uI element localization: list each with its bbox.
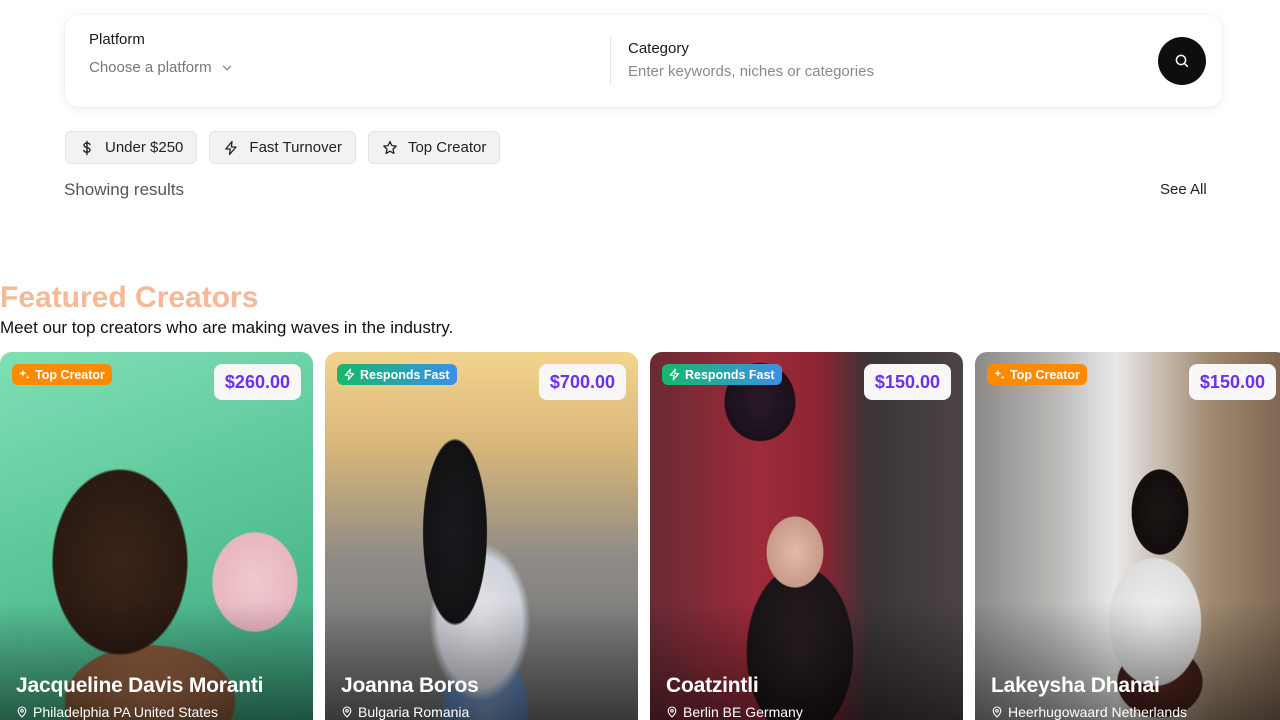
sparkle-icon [19,369,30,380]
price-tag: $700.00 [538,364,626,400]
see-all-link[interactable]: See All [1160,181,1207,198]
chip-fast-turnover[interactable]: Fast Turnover [209,131,356,164]
creator-location: Philadelphia PA United States [16,704,218,720]
category-field: Category [628,40,1148,90]
chip-label: Top Creator [407,139,487,156]
creator-location: Bulgaria Romania [341,704,469,720]
creator-location: Heerhugowaard Netherlands [991,704,1187,720]
platform-select[interactable]: Platform Choose a platform [89,31,589,91]
chip-top-creator[interactable]: Top Creator [367,131,501,164]
chip-label: Under $250 [105,139,184,156]
creator-card[interactable]: Top Creator $260.00 Jacqueline Davis Mor… [0,352,313,720]
search-divider [610,37,611,85]
filter-chips: Under $250 Fast Turnover Top Creator [65,131,501,164]
creator-location: Berlin BE Germany [666,704,803,720]
location-pin-icon [992,706,1002,718]
showing-results-text: Showing results [64,180,185,199]
category-label: Category [628,40,689,57]
search-icon [1175,54,1189,68]
location-pin-icon [667,706,677,718]
platform-label: Platform [89,31,145,48]
chip-label: Fast Turnover [249,139,342,156]
location-pin-icon [342,706,352,718]
platform-value: Choose a platform [89,59,212,76]
search-bar: Platform Choose a platform Category [65,15,1222,107]
creator-cards: Top Creator $260.00 Jacqueline Davis Mor… [0,352,1280,720]
badge-top-creator: Top Creator [987,364,1087,385]
creator-card[interactable]: Responds Fast $700.00 Joanna Boros Bulga… [325,352,638,720]
badge-top-creator: Top Creator [12,364,112,385]
creator-name: Lakeysha Dhanai [991,674,1160,697]
creator-name: Coatzintli [666,674,759,697]
lightning-icon [344,368,355,381]
star-icon [383,140,397,154]
price-tag: $150.00 [1188,364,1276,400]
creator-name: Joanna Boros [341,674,479,697]
lightning-icon [225,140,238,155]
badge-responds-fast: Responds Fast [662,364,782,385]
chevron-down-icon [222,65,231,70]
creator-card[interactable]: Responds Fast $150.00 Coatzintli Berlin … [650,352,963,720]
featured-subtitle: Meet our top creators who are making wav… [0,318,454,337]
category-input[interactable] [628,63,1128,80]
lightning-icon [669,368,680,381]
price-tag: $260.00 [213,364,301,400]
creator-card[interactable]: Top Creator $150.00 Lakeysha Dhanai Heer… [975,352,1280,720]
chip-under-250[interactable]: Under $250 [65,131,198,164]
featured-title: Featured Creators [0,281,259,314]
price-tag: $150.00 [863,364,951,400]
sparkle-icon [994,369,1005,380]
dollar-icon [83,140,91,155]
location-pin-icon [17,706,27,718]
creator-name: Jacqueline Davis Moranti [16,674,264,697]
badge-responds-fast: Responds Fast [337,364,457,385]
search-button[interactable] [1158,37,1206,85]
